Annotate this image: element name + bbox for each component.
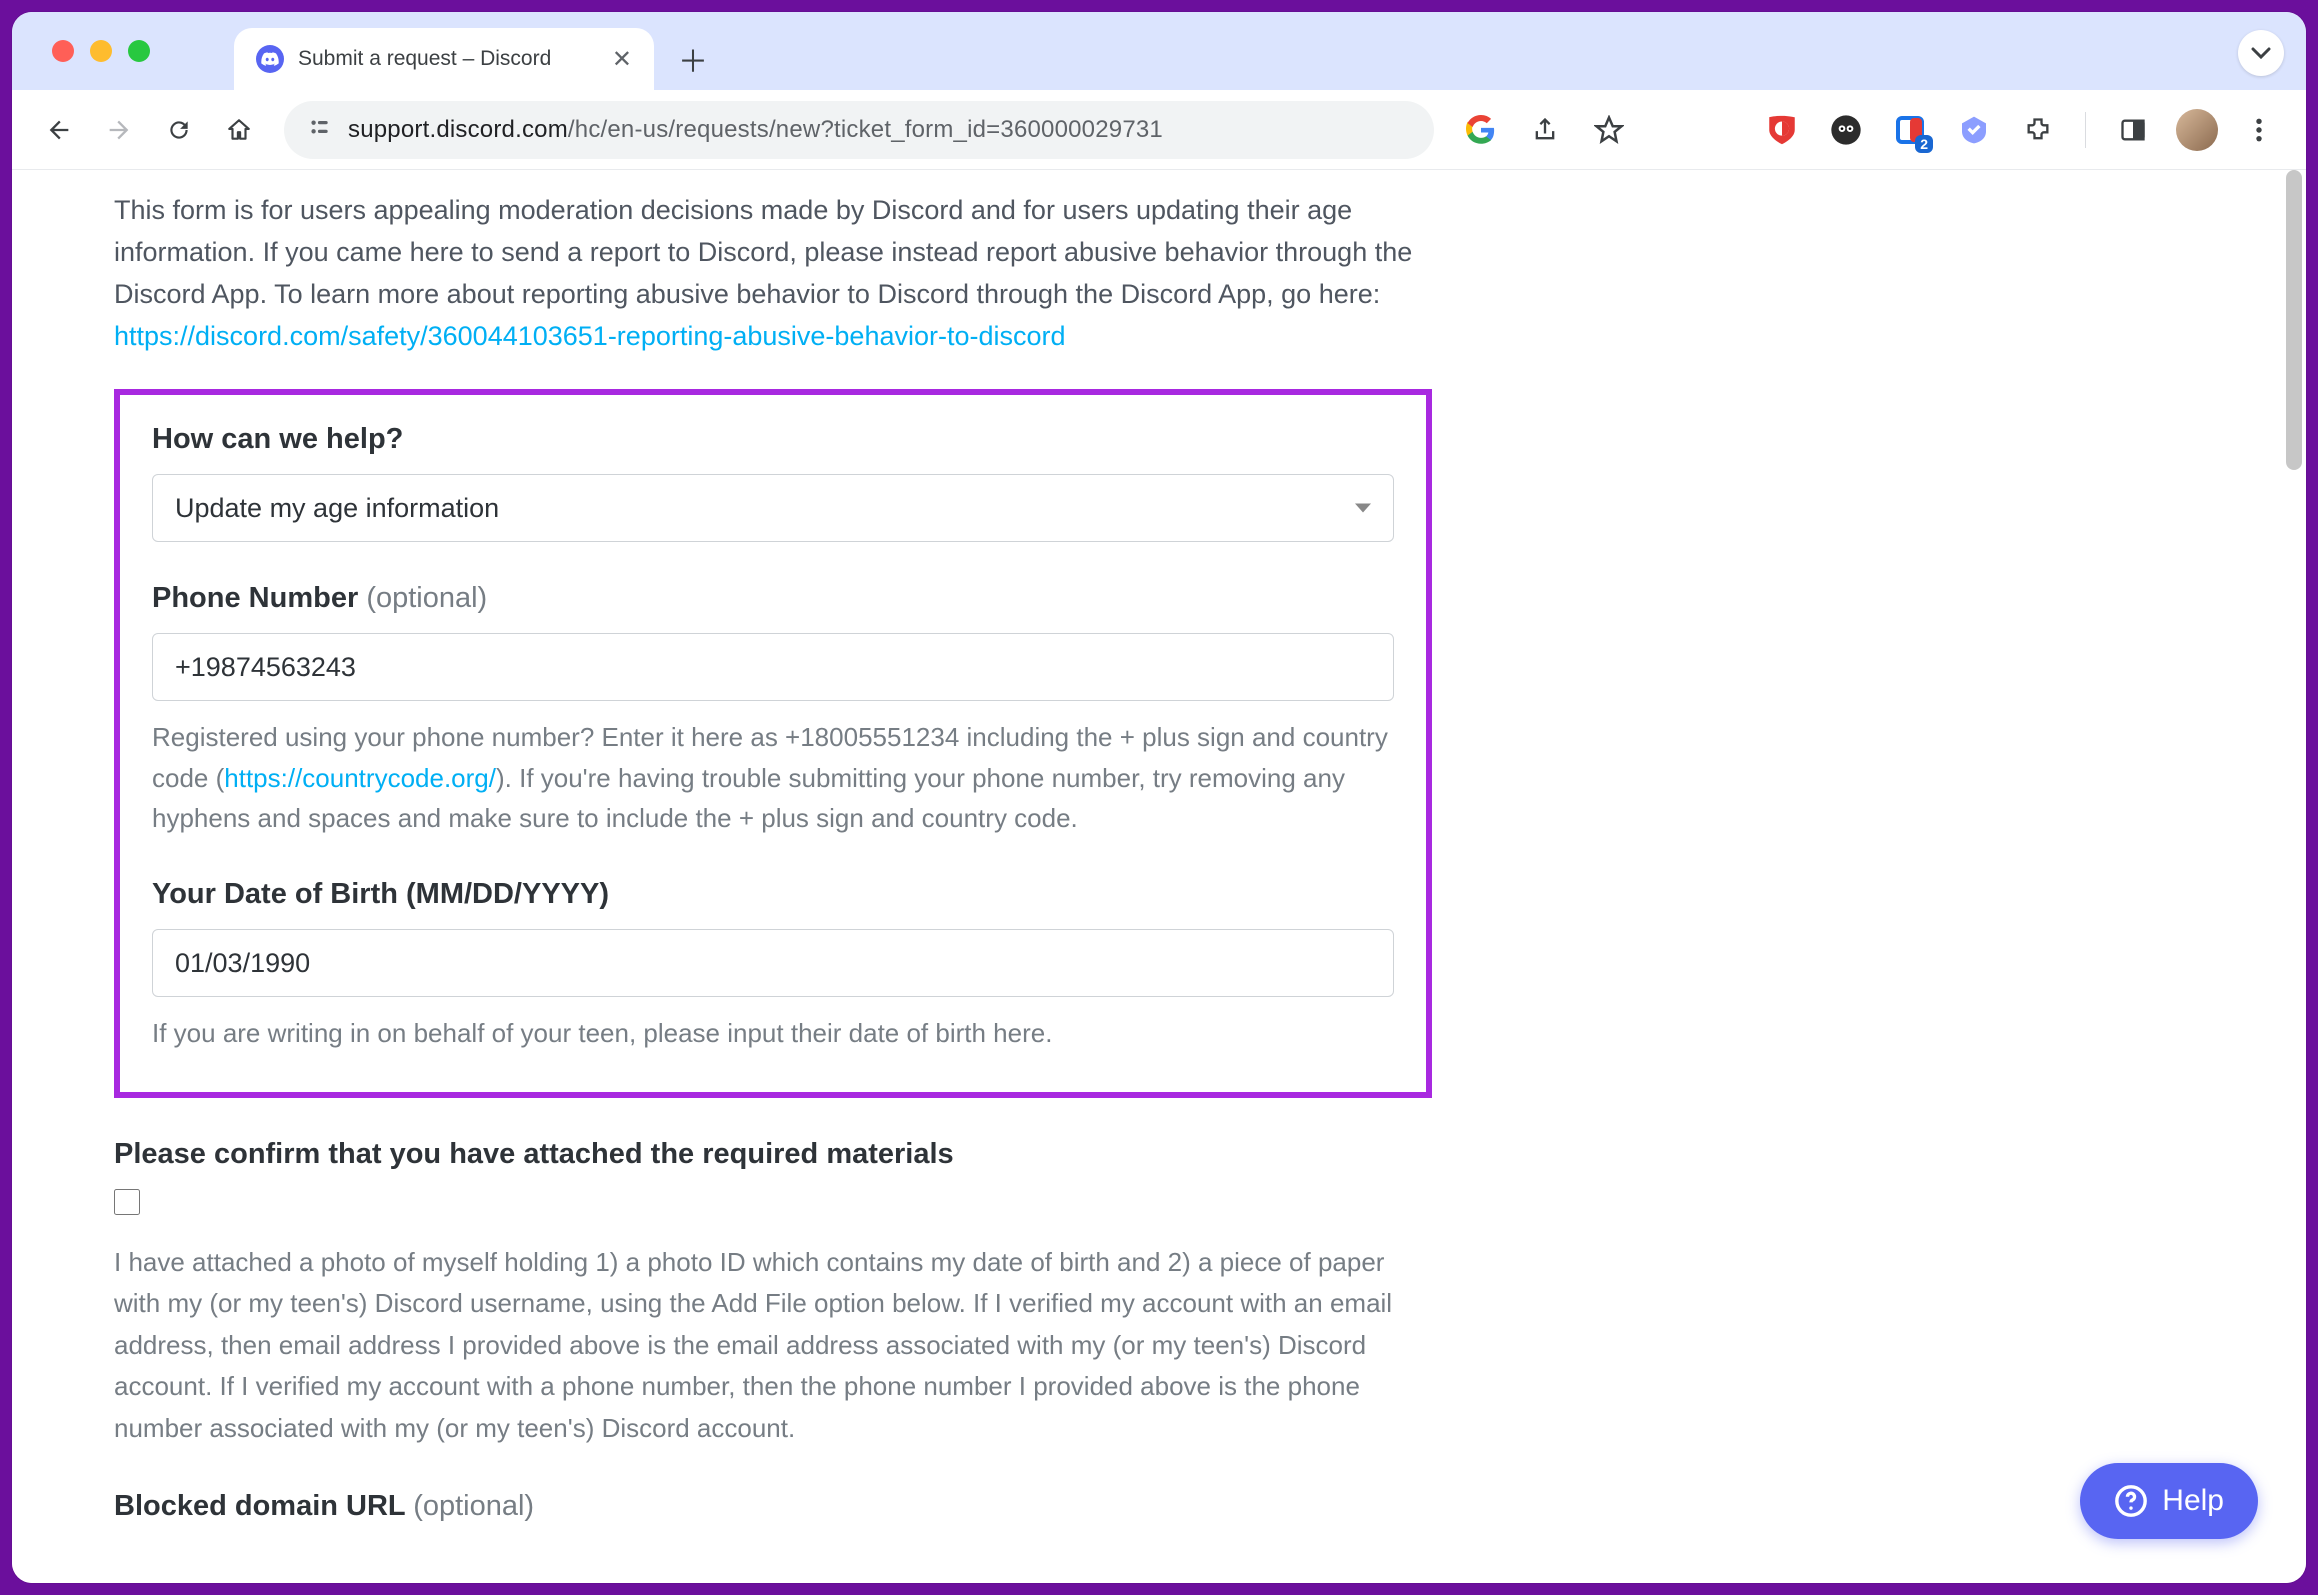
browser-tab[interactable]: Submit a request – Discord ✕ (234, 28, 654, 90)
tab-strip: Submit a request – Discord ✕ ＋ (12, 12, 2306, 90)
forward-button[interactable] (94, 105, 144, 155)
toolbar-separator (2085, 112, 2086, 148)
help-circle-icon (2114, 1484, 2148, 1518)
dob-label: Your Date of Birth (MM/DD/YYYY) (152, 878, 1394, 911)
scrollbar-thumb[interactable] (2286, 170, 2302, 470)
extension-icon-3[interactable]: 2 (1889, 109, 1931, 151)
phone-label: Phone Number (optional) (152, 582, 1394, 615)
side-panel-icon[interactable] (2112, 109, 2154, 151)
help-label: How can we help? (152, 423, 1394, 456)
blocked-url-label: Blocked domain URL (optional) (114, 1490, 1432, 1523)
phone-help-text: Registered using your phone number? Ente… (152, 717, 1394, 838)
help-widget-label: Help (2162, 1484, 2224, 1518)
help-select-value: Update my age information (175, 493, 499, 524)
extension-icon-2[interactable] (1825, 109, 1867, 151)
confirm-checkbox[interactable] (114, 1189, 140, 1215)
bookmark-icon[interactable] (1588, 109, 1630, 151)
address-bar[interactable]: support.discord.com/hc/en-us/requests/ne… (284, 101, 1434, 159)
discord-favicon (256, 45, 284, 73)
chrome-menu-button[interactable] (2234, 105, 2284, 155)
reload-button[interactable] (154, 105, 204, 155)
tabs-dropdown-button[interactable] (2238, 30, 2284, 76)
tab-title: Submit a request – Discord (298, 47, 598, 71)
google-icon[interactable] (1460, 109, 1502, 151)
dob-input[interactable] (152, 929, 1394, 997)
site-info-icon[interactable] (306, 114, 332, 146)
help-widget-button[interactable]: Help (2080, 1463, 2258, 1539)
help-select[interactable]: Update my age information (152, 474, 1394, 542)
phone-input[interactable] (152, 633, 1394, 701)
browser-toolbar: support.discord.com/hc/en-us/requests/ne… (12, 90, 2306, 170)
highlighted-form-section: How can we help? Update my age informati… (114, 389, 1432, 1097)
extensions-menu-icon[interactable] (2017, 109, 2059, 151)
tab-close-button[interactable]: ✕ (612, 45, 632, 74)
window-controls (52, 40, 150, 62)
window-maximize-button[interactable] (128, 40, 150, 62)
extension-badge: 2 (1915, 135, 1933, 153)
dob-help-text: If you are writing in on behalf of your … (152, 1013, 1394, 1053)
new-tab-button[interactable]: ＋ (668, 34, 718, 84)
extension-icon-4[interactable] (1953, 109, 1995, 151)
share-icon[interactable] (1524, 109, 1566, 151)
url-text: support.discord.com/hc/en-us/requests/ne… (348, 116, 1163, 144)
profile-avatar[interactable] (2176, 109, 2218, 151)
page-viewport: This form is for users appealing moderat… (12, 170, 2306, 1583)
confirm-text: I have attached a photo of myself holdin… (114, 1242, 1432, 1450)
safety-link[interactable]: https://discord.com/safety/360044103651-… (114, 321, 1066, 351)
chevron-down-icon (2251, 47, 2271, 59)
confirm-label: Please confirm that you have attached th… (114, 1138, 1432, 1171)
intro-text: This form is for users appealing moderat… (114, 190, 1432, 357)
window-minimize-button[interactable] (90, 40, 112, 62)
back-button[interactable] (34, 105, 84, 155)
ublock-extension-icon[interactable] (1761, 109, 1803, 151)
home-button[interactable] (214, 105, 264, 155)
window-close-button[interactable] (52, 40, 74, 62)
countrycode-link[interactable]: https://countrycode.org/ (224, 763, 496, 793)
